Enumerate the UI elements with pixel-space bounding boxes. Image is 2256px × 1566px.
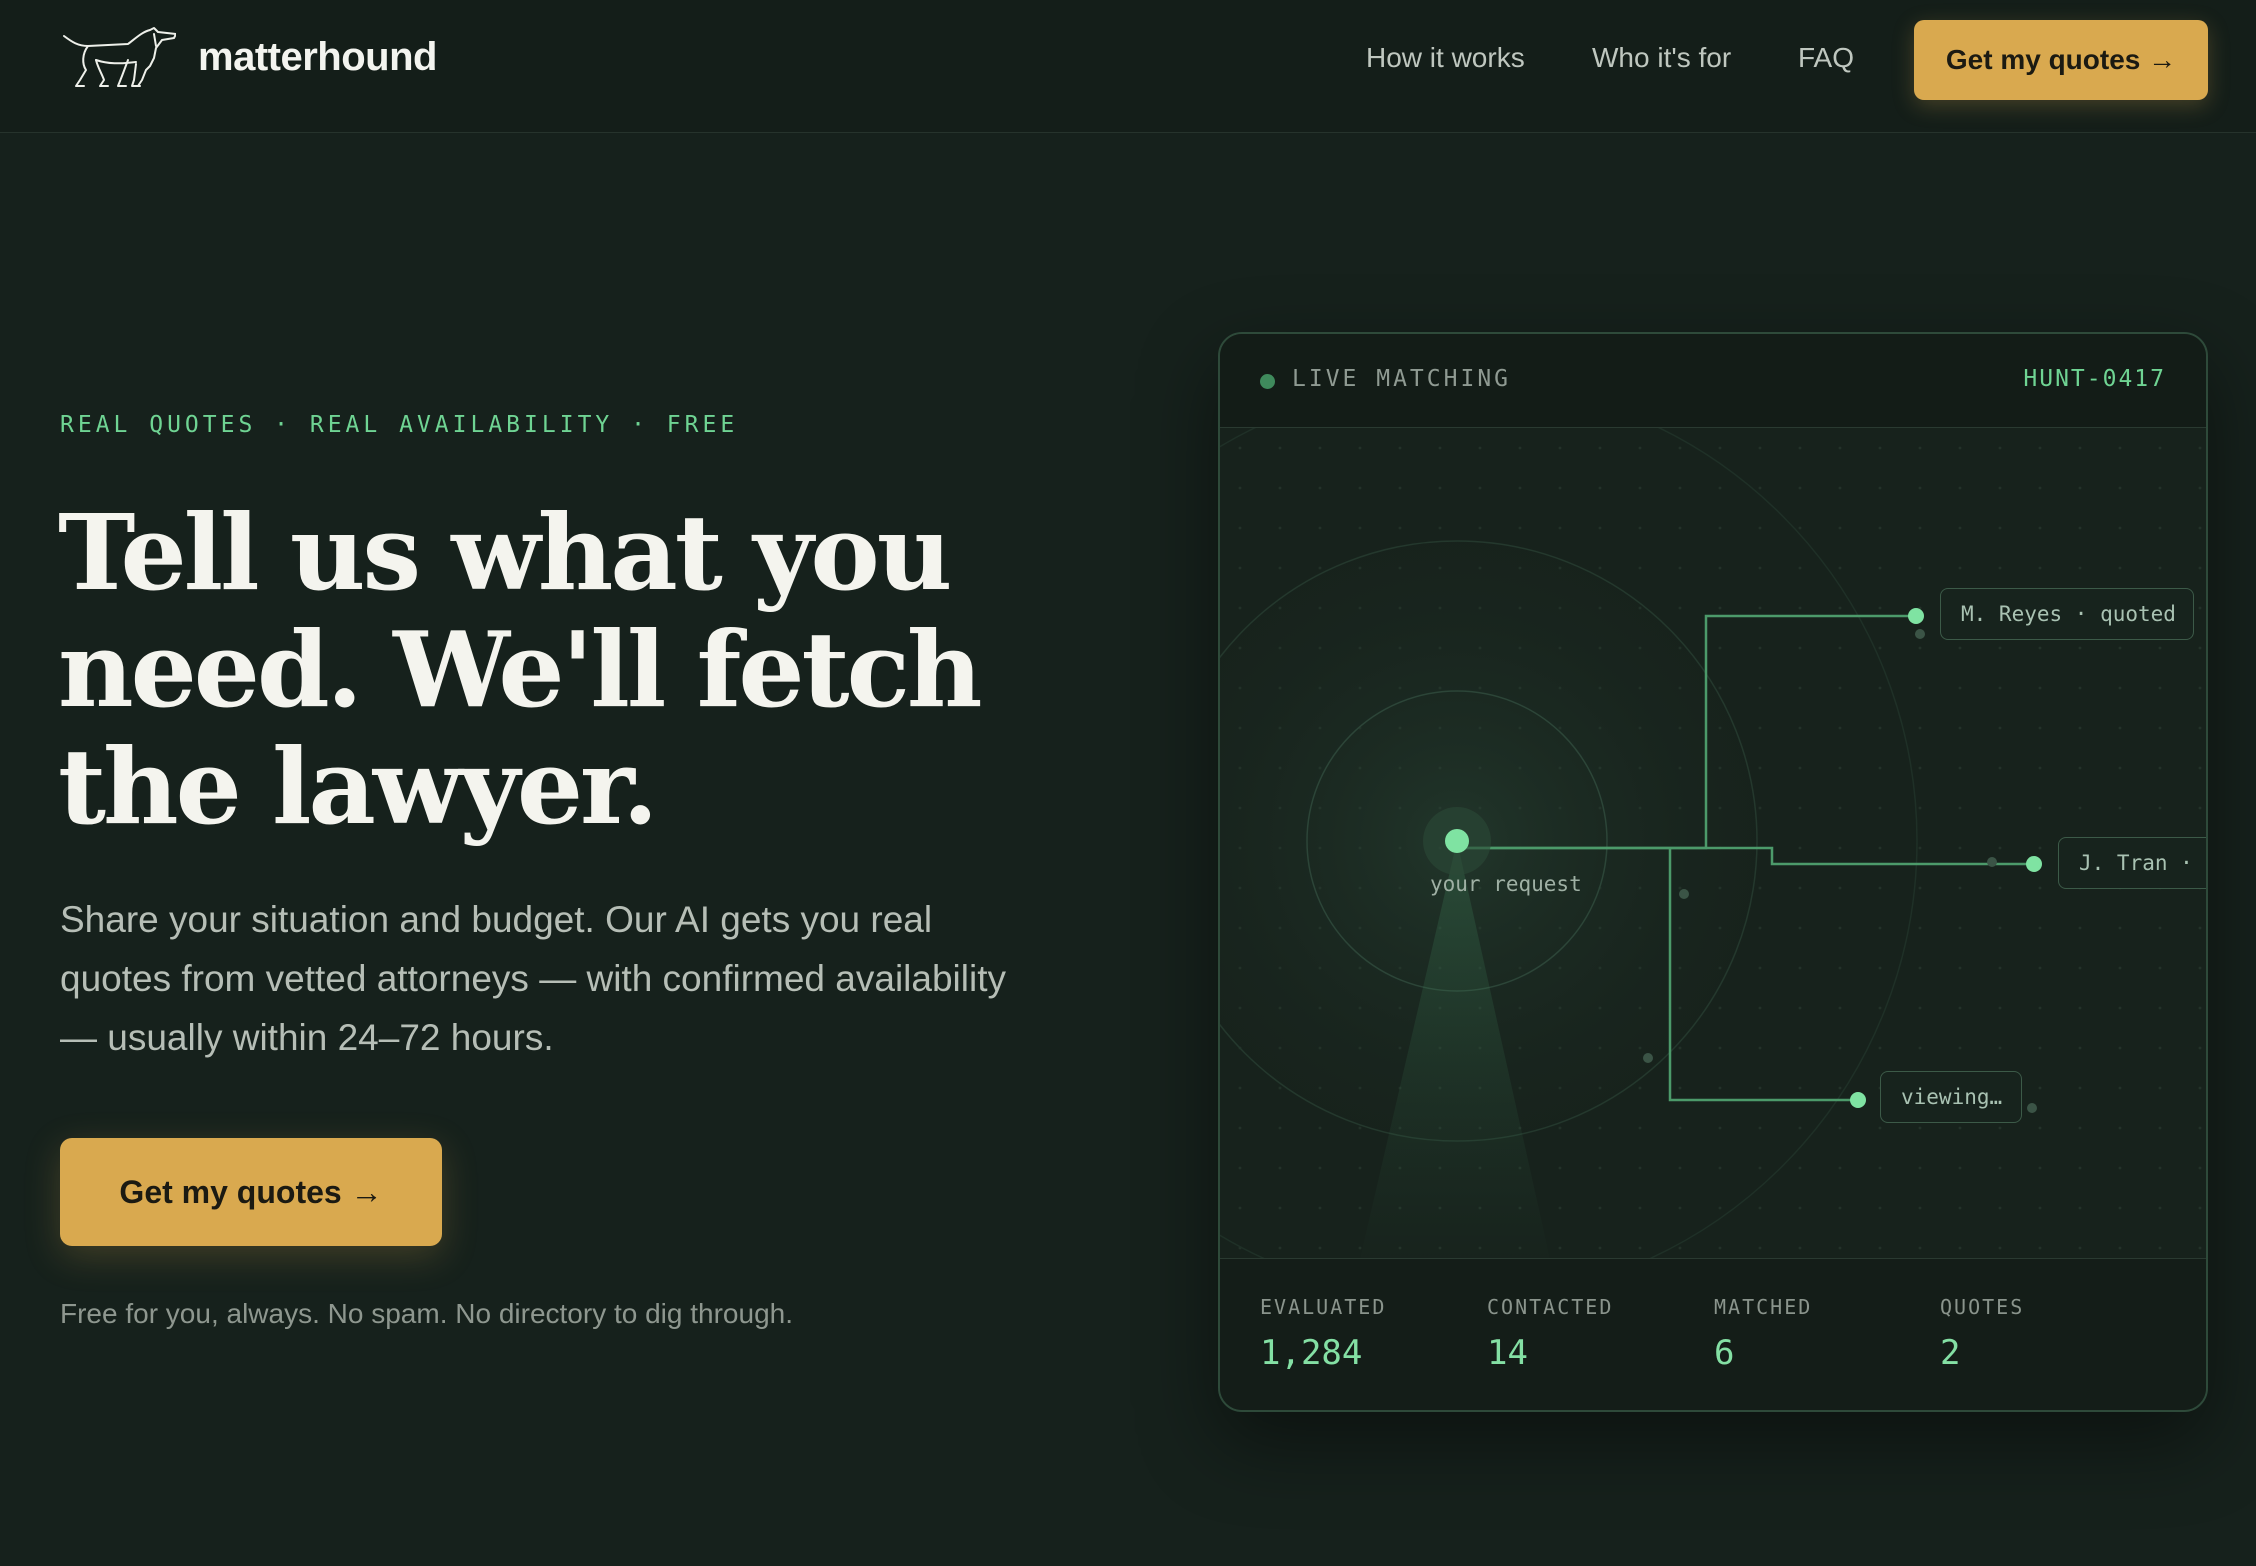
stat-label: MATCHED bbox=[1714, 1295, 1813, 1319]
hound-icon bbox=[63, 27, 176, 87]
hero-headline: Tell us what you need. We'll fetch the l… bbox=[58, 494, 1018, 845]
top-nav: matterhound How it works Who it's for FA… bbox=[0, 0, 2256, 133]
attorney-chip-reyes[interactable]: M. Reyes · quoted bbox=[1940, 588, 2194, 640]
stat-label: QUOTES bbox=[1940, 1295, 2025, 1319]
hero-note: Free for you, always. No spam. No direct… bbox=[60, 1298, 793, 1329]
nav-link-faq[interactable]: FAQ bbox=[1798, 42, 1854, 74]
brand-name: matterhound bbox=[198, 34, 437, 79]
nav-link-how-it-works[interactable]: How it works bbox=[1366, 42, 1525, 74]
hero-eyebrow: REAL QUOTES · REAL AVAILABILITY · FREE bbox=[60, 412, 739, 438]
headline-line-2: need. We'll fetch bbox=[58, 608, 983, 731]
live-status-label: LIVE MATCHING bbox=[1292, 366, 1512, 392]
nav-link-who-its-for[interactable]: Who it's for bbox=[1592, 42, 1731, 74]
match-node-tran bbox=[2026, 856, 2042, 872]
stat-matched: MATCHED 6 bbox=[1714, 1295, 1812, 1373]
request-label: your request bbox=[1430, 872, 1582, 896]
brand-logo-link[interactable]: matterhound bbox=[58, 24, 437, 90]
stat-label: EVALUATED bbox=[1260, 1295, 1387, 1319]
matching-stats: EVALUATED 1,284 CONTACTED 14 MATCHED 6 Q… bbox=[1220, 1258, 2206, 1410]
stat-label: CONTACTED bbox=[1487, 1295, 1614, 1319]
matching-radar: your request M. Reyes · quoted J. Tran ·… bbox=[1220, 428, 2206, 1259]
stat-value: 6 bbox=[1714, 1333, 1735, 1373]
headline-line-3: the lawyer. bbox=[58, 725, 659, 848]
hero-get-quotes-button[interactable]: Get my quotes → bbox=[60, 1138, 442, 1246]
attorney-chip-tran[interactable]: J. Tran · q bbox=[2058, 837, 2206, 889]
hero-subtext: Share your situation and budget. Our AI … bbox=[60, 899, 1006, 1058]
match-node-viewing bbox=[1850, 1092, 1866, 1108]
headline-line-1: Tell us what you bbox=[58, 491, 952, 614]
stat-value: 2 bbox=[1940, 1333, 1961, 1373]
stat-evaluated: EVALUATED 1,284 bbox=[1260, 1295, 1386, 1373]
stat-value: 1,284 bbox=[1260, 1333, 1363, 1373]
hunt-id: HUNT-0417 bbox=[2023, 366, 2166, 392]
attorney-chip-viewing[interactable]: viewing… bbox=[1880, 1071, 2022, 1123]
nav-get-quotes-button[interactable]: Get my quotes → bbox=[1914, 20, 2208, 100]
stat-value: 14 bbox=[1487, 1333, 1528, 1373]
live-status-dot bbox=[1260, 374, 1275, 389]
live-matching-panel: LIVE MATCHING HUNT-0417 your request M. … bbox=[1218, 332, 2208, 1412]
stat-contacted: CONTACTED 14 bbox=[1487, 1295, 1613, 1373]
match-node-reyes bbox=[1908, 608, 1924, 624]
request-node bbox=[1445, 829, 1469, 853]
panel-header: LIVE MATCHING HUNT-0417 bbox=[1220, 334, 2206, 428]
stat-quotes: QUOTES 2 bbox=[1940, 1295, 2024, 1373]
